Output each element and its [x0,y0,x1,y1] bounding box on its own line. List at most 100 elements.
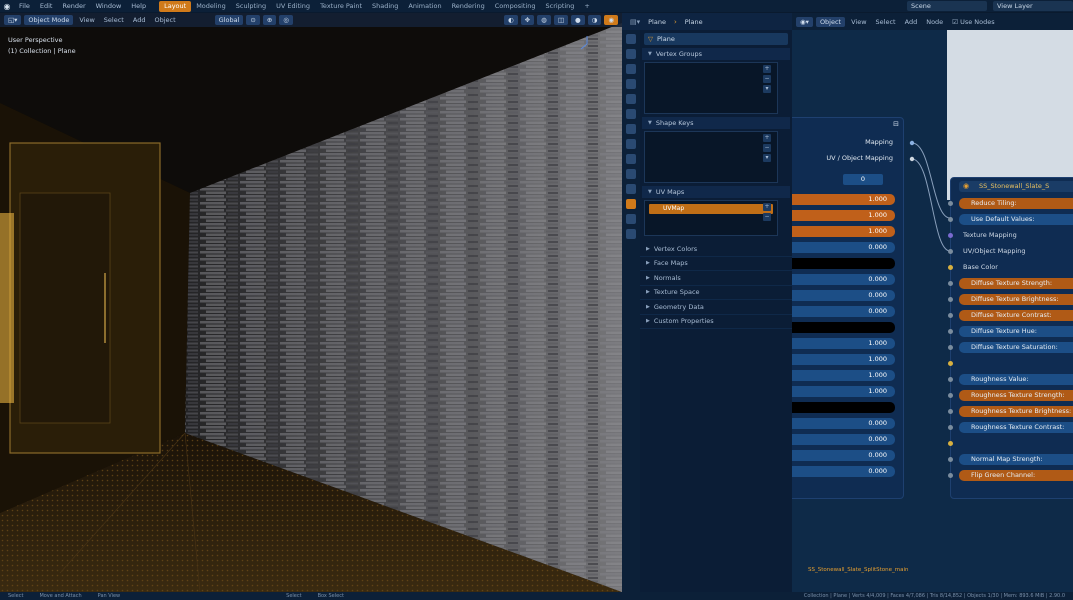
socket[interactable] [948,409,953,414]
socket[interactable] [948,313,953,318]
proportional-edit-icon[interactable]: ◎ [279,15,293,25]
remove-icon[interactable]: − [763,144,771,152]
menu-edit[interactable]: Edit [35,2,58,10]
panel-uv-maps[interactable]: ▼ UV Maps [642,186,790,198]
snap-icon[interactable]: ⊕ [262,15,277,25]
socket[interactable] [948,249,953,254]
input-diffuse-hue[interactable]: Diffuse Texture Hue: [959,326,1073,337]
shading-rendered-icon[interactable]: ◉ [604,15,618,25]
socket[interactable] [948,377,953,382]
shader-type-dropdown[interactable]: Object [815,16,846,27]
input-use-default-values[interactable]: Use Default Values: [959,214,1073,225]
viewport-menu-object[interactable]: Object [151,16,178,24]
socket[interactable] [948,281,953,286]
socket[interactable] [948,345,953,350]
remove-icon[interactable]: − [763,213,771,221]
panel-shape-keys[interactable]: ▼ Shape Keys [642,117,790,129]
socket[interactable] [948,329,953,334]
menu-file[interactable]: File [14,2,35,10]
render-tab-icon[interactable] [626,49,636,59]
visibility-icon[interactable]: ◐ [504,15,518,25]
tab-shading[interactable]: Shading [367,1,403,12]
node-menu-node[interactable]: Node [923,18,946,26]
input-diffuse-contrast[interactable]: Diffuse Texture Contrast: [959,310,1073,321]
panel-vertex-colors[interactable]: ▶ Vertex Colors [640,242,792,257]
xray-toggle-icon[interactable]: ◫ [553,15,568,25]
panel-face-maps[interactable]: ▶ Face Maps [640,257,792,271]
socket[interactable] [948,265,953,270]
viewport-menu-view[interactable]: View [76,16,97,24]
vertex-groups-list[interactable]: + − ▾ [644,62,778,114]
input-diffuse-strength[interactable]: Diffuse Texture Strength: [959,278,1073,289]
object-breadcrumb[interactable]: Plane [648,18,666,26]
node-menu-view[interactable]: View [848,18,869,26]
tab-texture-paint[interactable]: Texture Paint [315,1,367,12]
input-reduce-tiling[interactable]: Reduce Tiling: [959,198,1073,209]
viewport-menu-add[interactable]: Add [130,16,149,24]
more-icon[interactable]: ▾ [763,85,771,93]
3d-viewport[interactable]: ◱▾ Object Mode View Select Add Object Gl… [0,13,622,592]
tab-scripting[interactable]: Scripting [541,1,580,12]
transform-orientation-dropdown[interactable]: Global [214,15,244,25]
editor-type-button[interactable]: ◱▾ [4,15,22,25]
add-icon[interactable]: + [763,65,771,73]
mesh-data-tab-icon[interactable] [626,199,636,209]
gizmo-toggle-icon[interactable]: ✥ [520,15,535,25]
editor-type-icon[interactable]: ▤▾ [630,18,640,26]
shading-solid-icon[interactable]: ● [570,15,585,25]
node-menu-select[interactable]: Select [873,18,899,26]
tab-layout[interactable]: Layout [159,0,192,12]
tab-rendering[interactable]: Rendering [447,1,490,12]
tab-uv-editing[interactable]: UV Editing [271,1,315,12]
constraints-tab-icon[interactable] [626,184,636,194]
scene-selector[interactable]: Scene [907,1,987,11]
socket[interactable] [948,233,953,238]
material-tab-icon[interactable] [626,214,636,224]
panel-texture-space[interactable]: ▶ Texture Space [640,286,792,300]
input-roughness-brightness[interactable]: Roughness Texture Brightness: [959,406,1073,417]
uv-map-item[interactable]: UVMap [649,204,773,214]
stonewall-group-node[interactable]: SS_Stonewall_Slate_S ◉ Reduce Tiling: Us… [948,177,1073,499]
blender-logo-icon[interactable]: ◉ [0,2,14,11]
input-roughness-contrast[interactable]: Roughness Texture Contrast: [959,422,1073,433]
object-tab-icon[interactable] [626,124,636,134]
socket[interactable] [948,473,953,478]
panel-geometry-data[interactable]: ▶ Geometry Data [640,300,792,315]
physics-tab-icon[interactable] [626,169,636,179]
view-layer-selector[interactable]: View Layer [993,1,1073,11]
socket[interactable] [948,201,953,206]
panel-custom-properties[interactable]: ▶ Custom Properties [640,315,792,329]
input-roughness-strength[interactable]: Roughness Texture Strength: [959,390,1073,401]
panel-vertex-groups[interactable]: ▼ Vertex Groups [642,48,790,60]
mesh-name-field[interactable]: ▽ Plane [644,33,788,45]
tab-animation[interactable]: Animation [403,1,446,12]
overlay-toggle-icon[interactable]: ◍ [537,15,551,25]
navigation-gizmo-icon[interactable] [578,35,596,53]
use-nodes-checkbox[interactable]: ☑ Use Nodes [949,18,997,26]
scene-tab-icon[interactable] [626,94,636,104]
menu-help[interactable]: Help [126,2,151,10]
world-tab-icon[interactable] [626,109,636,119]
input-normal-strength[interactable]: Normal Map Strength: [959,454,1073,465]
view-layer-tab-icon[interactable] [626,79,636,89]
add-workspace-button[interactable]: + [579,1,594,12]
menu-window[interactable]: Window [91,2,127,10]
socket[interactable] [948,425,953,430]
add-icon[interactable]: + [763,203,771,211]
particles-tab-icon[interactable] [626,154,636,164]
more-icon[interactable]: ▾ [763,154,771,162]
input-diffuse-brightness[interactable]: Diffuse Texture Brightness: [959,294,1073,305]
tab-sculpting[interactable]: Sculpting [231,1,271,12]
socket[interactable] [948,441,953,446]
group-node-title[interactable]: SS_Stonewall_Slate_S [959,181,1073,192]
pivot-icon[interactable]: ⊙ [246,15,260,25]
tab-compositing[interactable]: Compositing [490,1,541,12]
socket[interactable] [948,297,953,302]
output-tab-icon[interactable] [626,64,636,74]
texture-tab-icon[interactable] [626,229,636,239]
modifier-tab-icon[interactable] [626,139,636,149]
socket[interactable] [948,393,953,398]
shape-keys-list[interactable]: + − ▾ [644,131,778,183]
add-icon[interactable]: + [763,134,771,142]
node-editor[interactable]: ◉▾ Object View Select Add Node ☑ Use Nod… [792,13,1073,592]
